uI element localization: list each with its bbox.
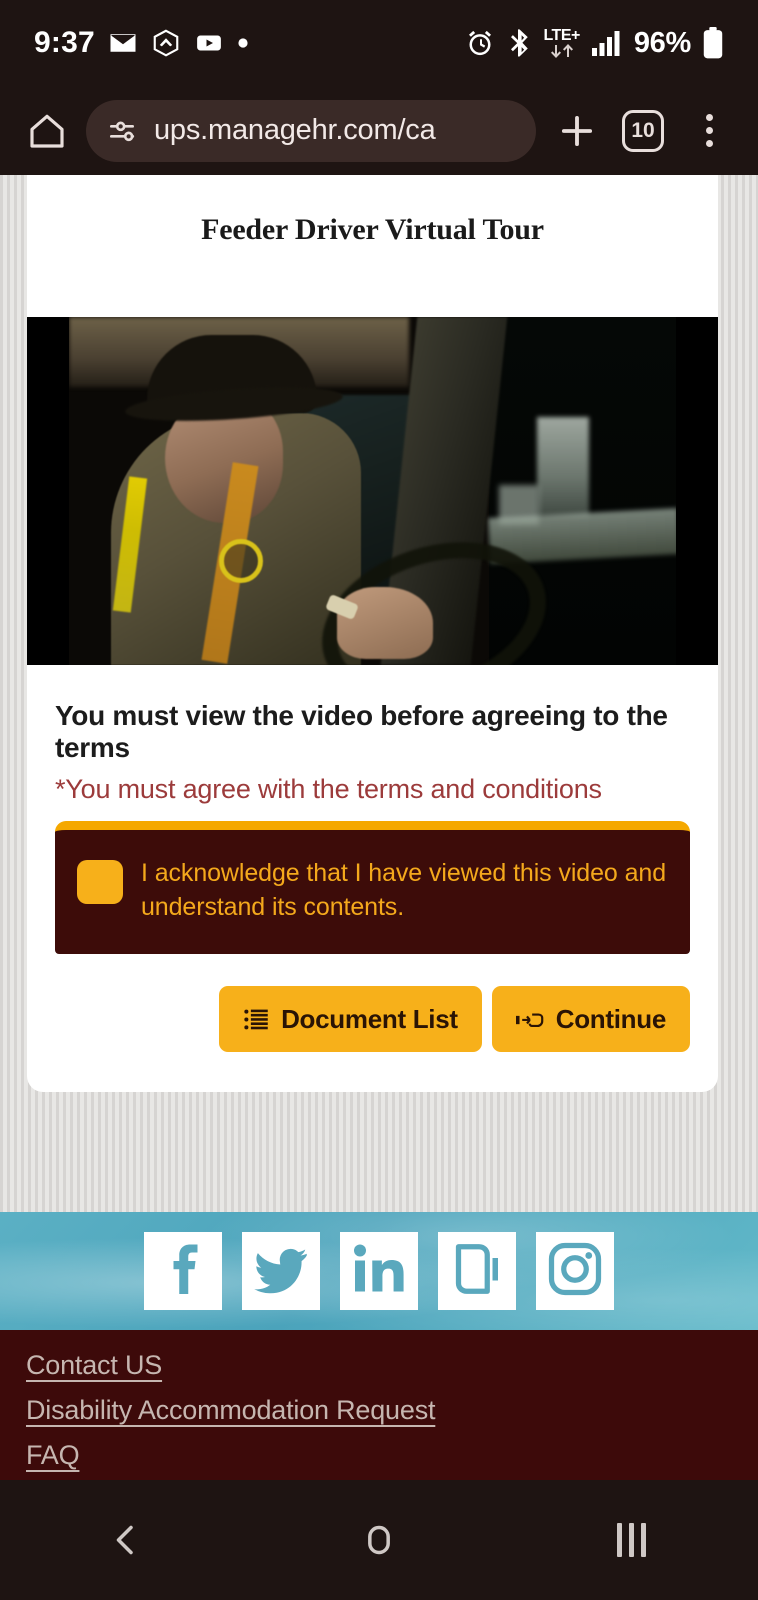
- status-bar: 9:37 LTE+ 96%: [0, 0, 758, 86]
- footer-link-contact-us[interactable]: Contact US: [26, 1350, 732, 1381]
- dot-icon: [237, 37, 249, 49]
- hexagon-chevron-icon: [151, 28, 181, 58]
- acknowledge-checkbox[interactable]: [77, 860, 123, 904]
- document-list-button[interactable]: Document List: [219, 986, 482, 1052]
- facebook-icon: [153, 1239, 213, 1304]
- status-bar-right: LTE+ 96%: [465, 27, 724, 60]
- acknowledgement-text: I acknowledge that I have viewed this vi…: [141, 859, 666, 921]
- battery-icon: [702, 27, 724, 59]
- glassdoor-icon: [447, 1239, 507, 1304]
- lte-icon: LTE+: [543, 27, 580, 58]
- video-frame: [69, 317, 676, 665]
- video-player[interactable]: [27, 317, 718, 665]
- page-settings-icon[interactable]: [106, 115, 138, 147]
- battery-percent: 96%: [633, 26, 691, 59]
- page-viewport: Feeder Driver Virtual Tour You must view…: [0, 175, 758, 1480]
- video-shape-box-a: [537, 417, 589, 517]
- status-time: 9:37: [34, 26, 95, 59]
- page-title: Feeder Driver Virtual Tour: [201, 213, 544, 246]
- social-link-instagram[interactable]: [536, 1232, 614, 1310]
- mail-icon: [108, 28, 138, 58]
- plus-icon[interactable]: [546, 100, 608, 162]
- instagram-icon: [545, 1239, 605, 1304]
- pointing-hand-icon: [515, 1006, 545, 1033]
- recents-icon[interactable]: [572, 1480, 692, 1600]
- recents-bars: [617, 1523, 647, 1557]
- acknowledgement-panel: I acknowledge that I have viewed this vi…: [55, 821, 690, 954]
- lead-text: You must view the video before agreeing …: [55, 700, 668, 763]
- phone-screen: 9:37 LTE+ 96% ups.managehr.com/ca 10 Fee…: [0, 0, 758, 1600]
- tab-count-label: 10: [622, 109, 664, 152]
- site-footer: Contact US Disability Accommodation Requ…: [0, 1330, 758, 1480]
- continue-button[interactable]: Continue: [491, 986, 690, 1052]
- linkedin-icon: [349, 1239, 409, 1304]
- social-link-linkedin[interactable]: [340, 1232, 418, 1310]
- home-icon[interactable]: [18, 102, 76, 160]
- content-card: Feeder Driver Virtual Tour You must view…: [27, 175, 718, 1092]
- bluetooth-icon: [506, 28, 532, 58]
- social-link-twitter[interactable]: [242, 1232, 320, 1310]
- back-icon[interactable]: [66, 1480, 186, 1600]
- omnibox[interactable]: ups.managehr.com/ca: [86, 99, 536, 162]
- footer-link-faq[interactable]: FAQ: [26, 1440, 732, 1471]
- continue-label: Continue: [555, 1003, 667, 1034]
- video-shape-badge: [219, 539, 263, 583]
- kebab-menu-icon[interactable]: [678, 100, 740, 162]
- social-banner: [0, 1212, 758, 1330]
- twitter-icon: [251, 1239, 311, 1304]
- document-list-label: Document List: [281, 1003, 458, 1034]
- lte-label: LTE+: [543, 27, 580, 44]
- signal-icon: [591, 29, 623, 57]
- social-link-glassdoor[interactable]: [438, 1232, 516, 1310]
- video-shape-hand: [337, 587, 433, 659]
- status-bar-left: 9:37: [34, 26, 249, 60]
- action-button-row: Document List Continue: [27, 954, 718, 1052]
- browser-toolbar: ups.managehr.com/ca 10: [0, 86, 758, 175]
- alarm-icon: [465, 28, 495, 58]
- android-nav-bar: [0, 1480, 758, 1600]
- kebab-dots: [705, 114, 713, 147]
- copy-block: You must view the video before agreeing …: [27, 700, 718, 954]
- youtube-icon: [194, 28, 224, 58]
- list-icon: [243, 1006, 270, 1033]
- url-text[interactable]: ups.managehr.com/ca: [154, 114, 436, 147]
- tab-counter-button[interactable]: 10: [612, 100, 674, 162]
- social-link-facebook[interactable]: [144, 1232, 222, 1310]
- warning-text: *You must agree with the terms and condi…: [55, 774, 602, 804]
- home-circle-icon[interactable]: [319, 1480, 439, 1600]
- footer-link-disability-accommodation[interactable]: Disability Accommodation Request: [26, 1395, 732, 1426]
